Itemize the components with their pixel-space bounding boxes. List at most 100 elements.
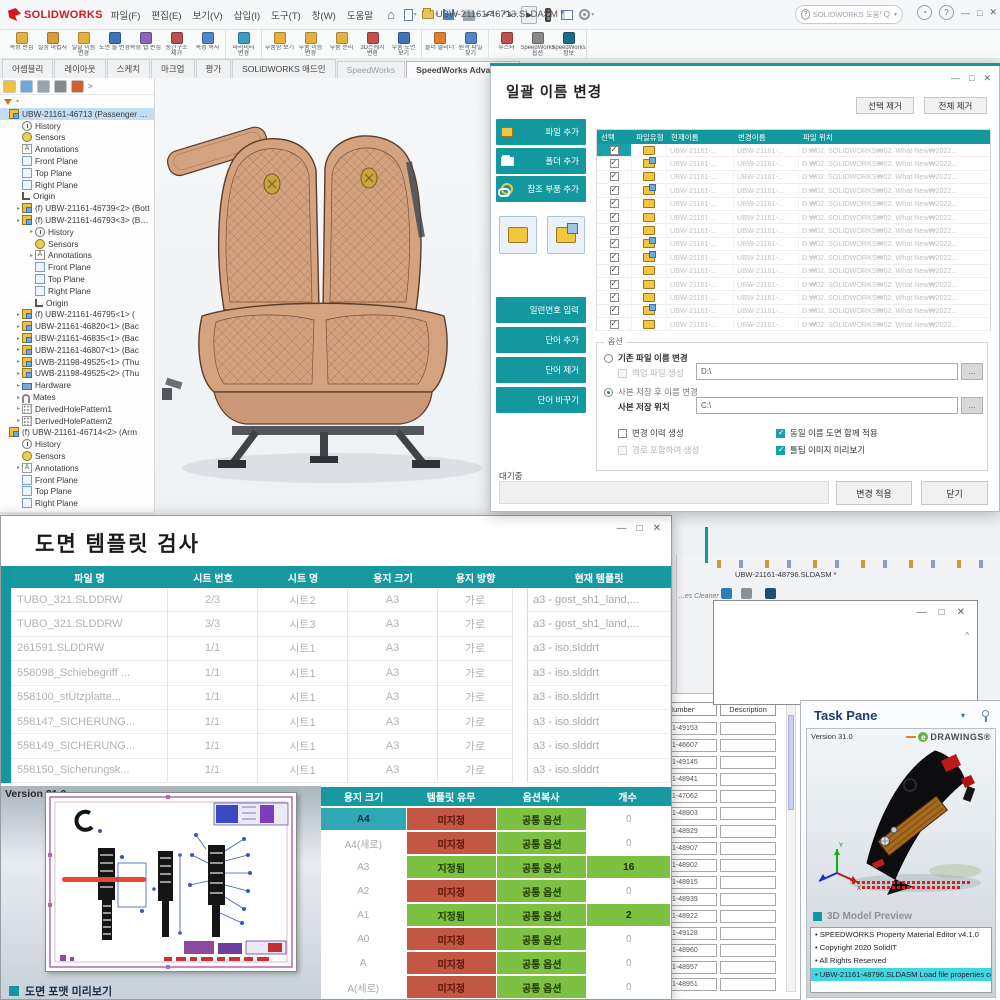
- expand-arrow-icon[interactable]: ▸: [15, 394, 22, 401]
- help-button[interactable]: ?: [939, 5, 954, 20]
- ribbon-property-edit[interactable]: 속성 편집: [6, 31, 37, 57]
- rename-table-row[interactable]: UBW-21161-...UBW-21161-...D:₩02. SOLIDWO…: [597, 198, 990, 211]
- add-folder-button[interactable]: 폴더 추가: [496, 148, 586, 174]
- ribbon-speedworks-info[interactable]: SpeedWorks 정보: [553, 31, 584, 57]
- tree-item[interactable]: ▸UBW-21161-46820<1> (Bac: [0, 320, 154, 332]
- checkbox-icon[interactable]: [618, 429, 627, 438]
- menu-item[interactable]: 편집(E): [151, 8, 181, 22]
- rename-table-row[interactable]: UBW-21161-...UBW-21161-...D:₩02. SOLIDWO…: [597, 305, 990, 318]
- tree-item[interactable]: Sensors: [0, 450, 154, 462]
- rename-table-row[interactable]: UBW-21161-...UBW-21161-...D:₩02. SOLIDWO…: [597, 291, 990, 304]
- overlay-minimize-button[interactable]: —: [917, 607, 927, 618]
- tree-item[interactable]: ▸(f) UBW-21161-46793<3> (Back: [0, 214, 154, 226]
- displaymanager-icon[interactable]: [71, 80, 84, 93]
- tab-평가[interactable]: 평가: [196, 59, 232, 78]
- sheet-table-row[interactable]: 558150_Sicherungsk...1/1시트1A3가로a3 - iso.…: [11, 759, 671, 783]
- log-item[interactable]: Copyright 2020 SolidIT: [811, 941, 991, 954]
- copy-browse-button[interactable]: ...: [961, 397, 983, 414]
- ribbon-part-drawing[interactable]: 부품 도면 보기: [388, 31, 419, 57]
- tree-item[interactable]: ▸DerivedHolePattern1: [0, 403, 154, 415]
- template-maximize-button[interactable]: □: [637, 523, 643, 534]
- sheet-table-row[interactable]: 558149_SICHERUNG...1/1시트1A3가로a3 - iso.sl…: [11, 734, 671, 758]
- close-button[interactable]: ✕: [989, 7, 997, 18]
- tree-item[interactable]: Origin: [0, 191, 154, 203]
- expand-arrow-icon[interactable]: ▸: [15, 405, 22, 412]
- minimize-button[interactable]: —: [961, 8, 970, 18]
- tree-item[interactable]: ▸Annotations: [0, 250, 154, 262]
- apply-button[interactable]: 변경 적용: [836, 481, 912, 505]
- dialog-maximize-button[interactable]: □: [969, 73, 974, 84]
- radio-icon[interactable]: [604, 388, 613, 397]
- tree-item[interactable]: ▸(f) UBW-21161-46739<2> (Bott: [0, 202, 154, 214]
- tree-item[interactable]: Front Plane: [0, 474, 154, 486]
- size-table-row[interactable]: A3지정됨공통 옵션16: [321, 856, 671, 880]
- ribbon-drawing-frame[interactable]: 도면 틀 변경: [99, 31, 130, 57]
- tree-item[interactable]: ▸DerivedHolePattern2: [0, 415, 154, 427]
- expand-arrow-icon[interactable]: ▸: [15, 205, 22, 212]
- tree-item[interactable]: Sensors: [0, 238, 154, 250]
- ribbon-property-copy[interactable]: 속성 복사: [192, 31, 223, 57]
- tree-item[interactable]: Front Plane: [0, 261, 154, 273]
- ribbon-booster[interactable]: 부스터: [491, 31, 522, 57]
- overlay-collapse-icon[interactable]: ^: [965, 631, 969, 640]
- sheet-table-row[interactable]: 558100_stÜtzplatte...1/1시트1A3가로a3 - iso.…: [11, 686, 671, 710]
- seat-3d-model[interactable]: [160, 92, 495, 492]
- tab-SOLIDWORKS 애드인[interactable]: SOLIDWORKS 애드인: [232, 59, 335, 78]
- tree-item[interactable]: Right Plane: [0, 285, 154, 297]
- rename-table-row[interactable]: UBW-21161-...UBW-21161-...D:₩02. SOLIDWO…: [597, 265, 990, 278]
- size-table-row[interactable]: A4(세로)미지정공통 옵션0: [321, 832, 671, 856]
- tree-item[interactable]: Origin: [0, 297, 154, 309]
- tree-item[interactable]: Front Plane: [0, 155, 154, 167]
- new-document-icon[interactable]: ▾: [402, 6, 418, 24]
- home-icon[interactable]: [383, 6, 399, 24]
- rename-table-row[interactable]: UBW-21161-...UBW-21161-...D:₩02. SOLIDWO…: [597, 318, 990, 331]
- expand-arrow-icon[interactable]: ▸: [15, 335, 22, 342]
- include-path-checkbox[interactable]: 경로 포함하여 생성: [618, 444, 699, 456]
- menu-item[interactable]: 삽입(I): [234, 8, 260, 22]
- expand-arrow-icon[interactable]: ▸: [15, 382, 22, 389]
- tree-item[interactable]: Right Plane: [0, 497, 154, 509]
- rename-existing-radio[interactable]: 기존 파일 이름 변경: [604, 352, 688, 364]
- configuration-icon[interactable]: [37, 80, 50, 93]
- size-table-row[interactable]: A(세로)미지정공통 옵션0: [321, 976, 671, 1000]
- expand-arrow-icon[interactable]: ▸: [15, 358, 22, 365]
- overlay-maximize-button[interactable]: □: [939, 607, 945, 618]
- sheet-table-row[interactable]: TUBO_321.SLDDRW3/3시트3A3가로a3 - gost_sh1_l…: [11, 612, 671, 636]
- tab-어셈블리[interactable]: 어셈블리: [2, 59, 53, 78]
- size-table-row[interactable]: A4미지정공통 옵션0: [321, 808, 671, 832]
- rename-table-row[interactable]: UBW-21161-...UBW-21161-...D:₩02. SOLIDWO…: [597, 157, 990, 170]
- backup-checkbox[interactable]: 백업 파일 생성: [618, 367, 684, 379]
- replace-word-button[interactable]: 단어 바꾸기: [496, 387, 586, 413]
- bom-scrollbar[interactable]: ^: [786, 702, 796, 992]
- part-mode-button[interactable]: [499, 216, 537, 254]
- tree-item[interactable]: History: [0, 438, 154, 450]
- checkbox-icon[interactable]: [610, 306, 619, 315]
- checkbox-icon[interactable]: [610, 239, 619, 248]
- rename-table-row[interactable]: UBW-21161-...UBW-21161-...D:₩02. SOLIDWO…: [597, 211, 990, 224]
- sheet-table-row[interactable]: 558098_Schiebegriff ...1/1시트1A3가로a3 - is…: [11, 661, 671, 685]
- dialog-close-button[interactable]: ✕: [983, 73, 991, 84]
- template-minimize-button[interactable]: —: [617, 523, 627, 534]
- tab-레이아웃[interactable]: 레이아웃: [54, 59, 105, 78]
- dimxpert-icon[interactable]: [54, 80, 67, 93]
- serial-number-button[interactable]: 일련번호 입력: [496, 297, 586, 323]
- checkbox-icon[interactable]: [776, 446, 785, 455]
- expand-arrow-icon[interactable]: ▸: [28, 252, 35, 259]
- expand-arrow-icon[interactable]: ▸: [15, 370, 22, 377]
- tab-스케치[interactable]: 스케치: [107, 59, 150, 78]
- tree-filter[interactable]: ▾: [0, 95, 154, 108]
- ribbon-property-tab[interactable]: 속성 탭 편집: [130, 31, 161, 57]
- overlay-close-button[interactable]: ✕: [957, 607, 965, 618]
- ribbon-part-box[interactable]: 부품함 보기: [264, 31, 295, 57]
- model-preview-toggle[interactable]: 3D Model Preview: [813, 911, 912, 922]
- menu-item[interactable]: 도구(T): [271, 8, 301, 22]
- add-reference-parts-button[interactable]: 참조 부품 추가: [496, 176, 586, 202]
- checkbox-icon[interactable]: [610, 146, 619, 155]
- tree-item[interactable]: (f) UBW-21161-46714<2> (Arm: [0, 427, 154, 439]
- model-preview-checkbox[interactable]: [813, 912, 822, 921]
- save-copy-radio[interactable]: 사본 저장 후 이름 변경: [604, 386, 698, 398]
- edrawings-3d-model[interactable]: Y X Z: [815, 745, 989, 895]
- checkbox-icon[interactable]: [610, 213, 619, 222]
- bom-scroll-thumb[interactable]: [788, 715, 794, 810]
- menu-item[interactable]: 창(W): [312, 8, 336, 22]
